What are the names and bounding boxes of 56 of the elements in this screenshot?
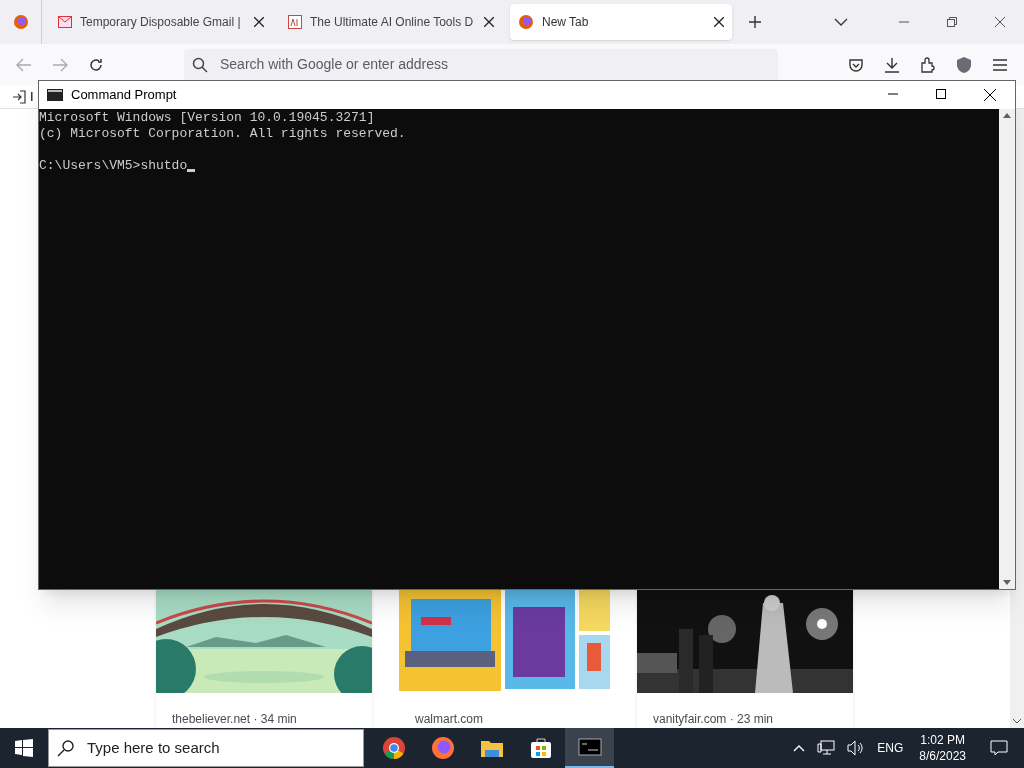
article-source: vanityfair.com · 23 min	[652, 711, 775, 728]
new-tab-icon[interactable]	[748, 15, 762, 29]
chrome-icon	[381, 736, 406, 760]
browser-tab[interactable]: New Tab	[510, 4, 732, 40]
window-title: Command Prompt	[71, 86, 177, 105]
console-line: Microsoft Windows [Version 10.0.19045.3271]	[39, 110, 375, 126]
restore-icon[interactable]	[947, 17, 957, 27]
scroll-down-icon[interactable]	[1012, 718, 1022, 724]
firefox-icon	[518, 14, 534, 30]
tab-list-icon[interactable]	[834, 18, 848, 26]
scroll-up-icon[interactable]	[1003, 113, 1011, 118]
firefox-icon	[430, 736, 455, 760]
taskbar-search-field[interactable]: Type here to search	[48, 729, 364, 767]
mail-icon	[58, 15, 72, 29]
console-line: (c) Microsoft Corporation. All rights reserved.	[39, 126, 406, 142]
shield-icon[interactable]	[956, 55, 972, 74]
console-icon	[577, 735, 602, 759]
windows-start-icon[interactable]	[15, 739, 33, 757]
import-icon[interactable]	[12, 89, 26, 104]
firefox-icon[interactable]	[12, 14, 29, 30]
puzzle-icon[interactable]	[920, 56, 936, 73]
scroll-down-icon[interactable]	[1003, 580, 1011, 585]
network-icon[interactable]	[817, 740, 836, 756]
reload-icon[interactable]	[88, 56, 104, 73]
article-source: walmart.com	[414, 711, 484, 728]
ai-logo-icon	[288, 15, 302, 29]
search-icon	[192, 56, 208, 73]
download-icon[interactable]	[884, 56, 900, 73]
tab-title: Temporary Disposable Gmail |	[80, 14, 241, 31]
close-icon[interactable]	[484, 17, 494, 27]
close-icon[interactable]	[714, 17, 724, 27]
text-cursor	[187, 169, 196, 172]
close-icon[interactable]	[984, 89, 996, 101]
command-input[interactable]: C:\Users\VM5>shutdo	[39, 158, 188, 174]
search-icon	[57, 739, 75, 757]
close-icon[interactable]	[995, 17, 1005, 27]
tab-title: New Tab	[542, 14, 589, 31]
console-icon	[47, 89, 63, 101]
article-source: thebeliever.net · 34 min	[171, 711, 298, 728]
menu-icon[interactable]	[992, 57, 1008, 72]
pocket-icon[interactable]	[848, 56, 864, 73]
language-indicator[interactable]: ENG	[877, 739, 904, 757]
maximize-icon[interactable]	[936, 89, 946, 99]
browser-tab[interactable]: Temporary Disposable Gmail |	[50, 4, 272, 40]
scrollbar[interactable]	[999, 109, 1015, 589]
clock[interactable]: 1:02 PM 8/6/2023	[915, 732, 970, 764]
bookmark-item[interactable]: I	[30, 86, 34, 107]
browser-tab[interactable]: The Ultimate AI Online Tools D	[280, 4, 502, 40]
close-icon[interactable]	[254, 17, 264, 27]
taskbar-app-button[interactable]	[565, 728, 614, 768]
tab-title: The Ultimate AI Online Tools D	[310, 14, 474, 31]
store-icon	[528, 736, 553, 760]
volume-icon[interactable]	[847, 740, 866, 756]
address-bar[interactable]: Search with Google or enter address	[184, 48, 778, 81]
notification-icon[interactable]	[990, 740, 1008, 756]
tray-chevron-icon[interactable]	[793, 744, 806, 752]
